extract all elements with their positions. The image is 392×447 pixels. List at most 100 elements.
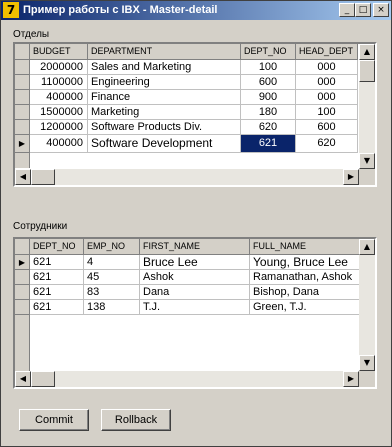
employees-label: Сотрудники bbox=[13, 221, 68, 232]
scroll-corner bbox=[359, 371, 375, 387]
scroll-left-arrow-icon[interactable]: ◀ bbox=[15, 371, 31, 387]
row-indicator bbox=[15, 285, 29, 300]
employees-grid[interactable]: DEPT_NO EMP_NO FIRST_NAME FULL_NAME ▶ 62… bbox=[13, 237, 377, 389]
column-header-first-name[interactable]: FIRST_NAME bbox=[140, 239, 250, 255]
scroll-left-arrow-icon[interactable]: ◀ bbox=[15, 169, 31, 185]
departments-label: Отделы bbox=[13, 29, 50, 40]
cell-first-name[interactable]: T.J. bbox=[140, 300, 250, 315]
cell-department[interactable]: Software Development bbox=[88, 135, 241, 153]
cell-full-name[interactable]: Ramanathan, Ashok bbox=[250, 270, 360, 285]
cell-budget[interactable]: 400000 bbox=[30, 135, 88, 153]
column-header-budget[interactable]: BUDGET bbox=[30, 44, 88, 60]
cell-head-dept[interactable]: 600 bbox=[296, 120, 358, 135]
cell-dept-no[interactable]: 900 bbox=[241, 90, 296, 105]
row-indicator bbox=[15, 105, 29, 120]
scroll-down-arrow-icon[interactable]: ▼ bbox=[359, 153, 375, 169]
cell-department[interactable]: Finance bbox=[88, 90, 241, 105]
column-header-dept-no[interactable]: DEPT_NO bbox=[241, 44, 296, 60]
app-icon[interactable]: 7 bbox=[3, 2, 19, 18]
cell-dept-no[interactable]: 621 bbox=[30, 270, 84, 285]
vertical-scrollbar[interactable]: ▲ ▼ bbox=[359, 239, 375, 371]
horizontal-scrollbar[interactable]: ◀ ▶ bbox=[15, 169, 359, 185]
grid-corner bbox=[15, 239, 30, 255]
cell-emp-no[interactable]: 45 bbox=[84, 270, 140, 285]
column-header-emp-no[interactable]: EMP_NO bbox=[84, 239, 140, 255]
table-row-selected[interactable]: ▶ 621 4 Bruce Lee Young, Bruce Lee bbox=[15, 255, 360, 270]
table-row-selected[interactable]: ▶ 400000 Software Development 621 620 bbox=[15, 135, 359, 153]
scroll-up-arrow-icon[interactable]: ▲ bbox=[359, 239, 375, 255]
cell-emp-no[interactable]: 138 bbox=[84, 300, 140, 315]
cell-budget[interactable]: 1100000 bbox=[30, 75, 88, 90]
cell-dept-no[interactable]: 100 bbox=[241, 60, 296, 75]
commit-button[interactable]: Commit bbox=[19, 409, 89, 431]
table-row[interactable]: 400000 Finance 900 000 bbox=[15, 90, 359, 105]
cell-budget[interactable]: 400000 bbox=[30, 90, 88, 105]
cell-budget[interactable]: 1500000 bbox=[30, 105, 88, 120]
column-header-department[interactable]: DEPARTMENT bbox=[88, 44, 241, 60]
column-header-full-name[interactable]: FULL_NAME bbox=[250, 239, 360, 255]
cell-full-name[interactable]: Young, Bruce Lee bbox=[250, 255, 360, 270]
cell-emp-no[interactable]: 83 bbox=[84, 285, 140, 300]
column-header-head-dept[interactable]: HEAD_DEPT bbox=[296, 44, 358, 60]
column-header-dept-no[interactable]: DEPT_NO bbox=[30, 239, 84, 255]
cell-budget[interactable]: 2000000 bbox=[30, 60, 88, 75]
cell-full-name[interactable]: Bishop, Dana bbox=[250, 285, 360, 300]
main-window: 7 Пример работы с IBX - Master-detail _ … bbox=[0, 0, 392, 447]
maximize-button[interactable]: □ bbox=[355, 3, 371, 17]
scroll-corner bbox=[359, 169, 375, 185]
cell-department[interactable]: Marketing bbox=[88, 105, 241, 120]
row-indicator bbox=[15, 270, 29, 285]
departments-grid[interactable]: BUDGET DEPARTMENT DEPT_NO HEAD_DEPT 2000… bbox=[13, 42, 377, 187]
cell-first-name[interactable]: Ashok bbox=[140, 270, 250, 285]
cell-first-name[interactable]: Dana bbox=[140, 285, 250, 300]
scroll-thumb[interactable] bbox=[359, 60, 375, 82]
scroll-down-arrow-icon[interactable]: ▼ bbox=[359, 355, 375, 371]
cell-department[interactable]: Engineering bbox=[88, 75, 241, 90]
title-bar[interactable]: 7 Пример работы с IBX - Master-detail _ … bbox=[1, 1, 391, 20]
current-row-indicator: ▶ bbox=[15, 255, 29, 270]
cell-budget[interactable]: 1200000 bbox=[30, 120, 88, 135]
cell-first-name[interactable]: Bruce Lee bbox=[140, 255, 250, 270]
cell-dept-no[interactable]: 621 bbox=[30, 255, 84, 270]
cell-head-dept[interactable]: 000 bbox=[296, 90, 358, 105]
cell-head-dept[interactable]: 620 bbox=[296, 135, 358, 153]
scroll-thumb[interactable] bbox=[31, 169, 55, 185]
scroll-right-arrow-icon[interactable]: ▶ bbox=[343, 169, 359, 185]
table-row[interactable]: 621 45 Ashok Ramanathan, Ashok bbox=[15, 270, 360, 285]
table-row[interactable]: 2000000 Sales and Marketing 100 000 bbox=[15, 60, 359, 75]
current-row-indicator: ▶ bbox=[15, 135, 29, 153]
row-indicator bbox=[15, 300, 29, 315]
close-button[interactable]: × bbox=[373, 3, 389, 17]
row-indicator bbox=[15, 75, 29, 90]
cell-head-dept[interactable]: 000 bbox=[296, 75, 358, 90]
cell-head-dept[interactable]: 100 bbox=[296, 105, 358, 120]
rollback-button[interactable]: Rollback bbox=[101, 409, 171, 431]
cell-dept-no-focused[interactable]: 621 bbox=[241, 135, 296, 153]
cell-dept-no[interactable]: 621 bbox=[30, 285, 84, 300]
row-indicator bbox=[15, 90, 29, 105]
vertical-scrollbar[interactable]: ▲ ▼ bbox=[359, 44, 375, 169]
row-indicator bbox=[15, 60, 29, 75]
cell-department[interactable]: Sales and Marketing bbox=[88, 60, 241, 75]
scroll-right-arrow-icon[interactable]: ▶ bbox=[343, 371, 359, 387]
table-row[interactable]: 1100000 Engineering 600 000 bbox=[15, 75, 359, 90]
table-row[interactable]: 621 83 Dana Bishop, Dana bbox=[15, 285, 360, 300]
cell-dept-no[interactable]: 600 bbox=[241, 75, 296, 90]
cell-full-name[interactable]: Green, T.J. bbox=[250, 300, 360, 315]
cell-dept-no[interactable]: 620 bbox=[241, 120, 296, 135]
grid-corner bbox=[15, 44, 30, 60]
row-indicator bbox=[15, 120, 29, 135]
cell-dept-no[interactable]: 180 bbox=[241, 105, 296, 120]
table-row[interactable]: 1200000 Software Products Div. 620 600 bbox=[15, 120, 359, 135]
scroll-up-arrow-icon[interactable]: ▲ bbox=[359, 44, 375, 60]
cell-department[interactable]: Software Products Div. bbox=[88, 120, 241, 135]
cell-head-dept[interactable]: 000 bbox=[296, 60, 358, 75]
minimize-button[interactable]: _ bbox=[339, 3, 355, 17]
scroll-thumb[interactable] bbox=[31, 371, 55, 387]
cell-emp-no[interactable]: 4 bbox=[84, 255, 140, 270]
window-title: Пример работы с IBX - Master-detail bbox=[23, 4, 218, 16]
table-row[interactable]: 621 138 T.J. Green, T.J. bbox=[15, 300, 360, 315]
table-row[interactable]: 1500000 Marketing 180 100 bbox=[15, 105, 359, 120]
cell-dept-no[interactable]: 621 bbox=[30, 300, 84, 315]
horizontal-scrollbar[interactable]: ◀ ▶ bbox=[15, 371, 359, 387]
